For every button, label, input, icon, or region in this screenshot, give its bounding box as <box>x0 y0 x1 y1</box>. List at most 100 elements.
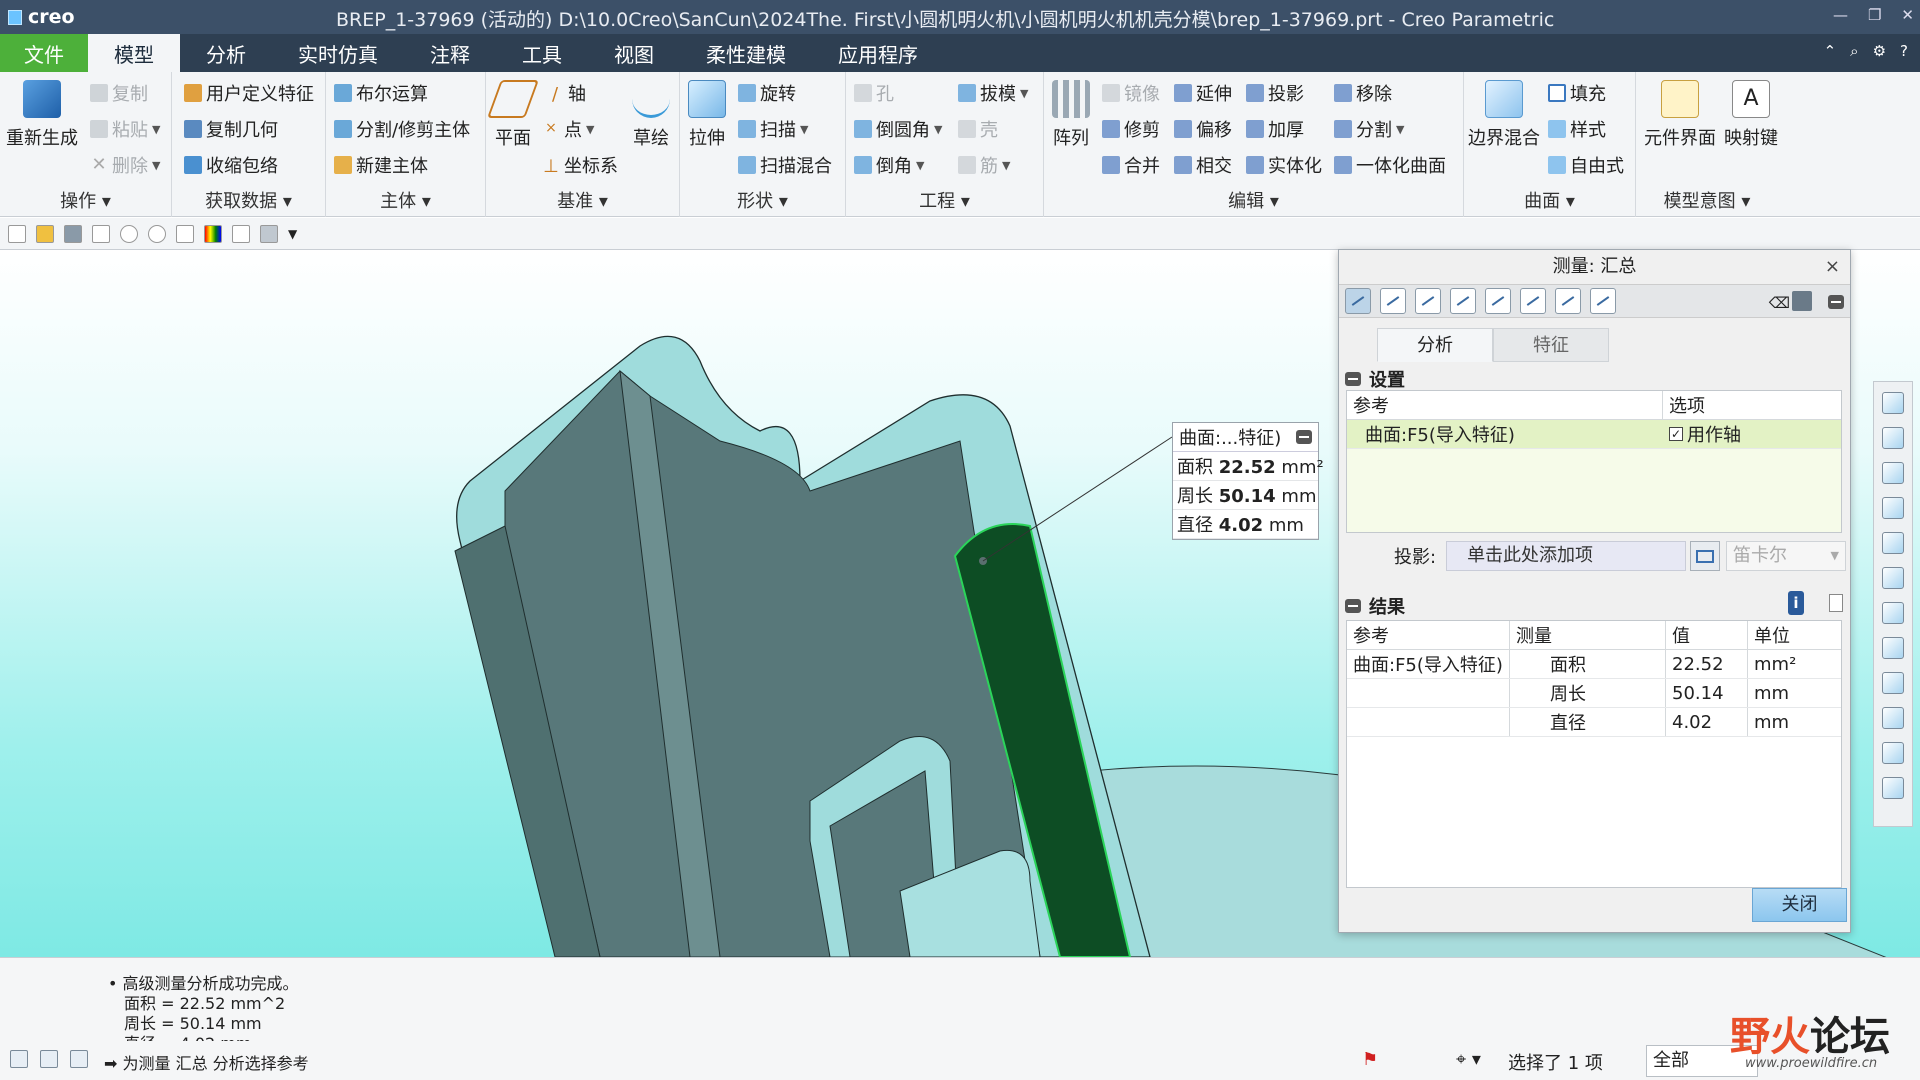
merge-button[interactable]: 合并 <box>1102 152 1160 178</box>
browser-toggle-icon[interactable] <box>40 1050 58 1068</box>
style-button[interactable]: 样式 <box>1548 116 1606 142</box>
setup-reference-row[interactable]: 曲面:F5(导入特征) ✓ 用作轴 <box>1347 420 1841 449</box>
saved-views-icon[interactable] <box>1882 532 1904 554</box>
model-tree-toggle-icon[interactable] <box>10 1050 28 1068</box>
qat-customize-icon[interactable]: ▼ <box>288 227 297 241</box>
delete-button[interactable]: ✕ 删除 ▼ <box>90 152 160 178</box>
csys-button[interactable]: ⊥ 坐标系 <box>542 152 618 178</box>
round-button[interactable]: 倒圆角 ▼ <box>854 116 942 142</box>
trim-button[interactable]: 修剪 <box>1102 116 1160 142</box>
freestyle-button[interactable]: 自由式 <box>1548 152 1624 178</box>
rib-button[interactable]: 筋 ▼ <box>958 152 1010 178</box>
split-button[interactable]: 分割 ▼ <box>1334 116 1404 142</box>
extrude-button[interactable]: 拉伸 <box>688 80 726 150</box>
info-icon[interactable]: i <box>1788 591 1804 615</box>
settings-icon[interactable]: ⚙ <box>1873 42 1886 60</box>
restore-icon[interactable]: ❐ <box>1868 6 1881 24</box>
tab-file[interactable]: 文件 <box>0 34 88 72</box>
result-row[interactable]: 直径 4.02 mm <box>1347 708 1841 737</box>
tab-flexible-modeling[interactable]: 柔性建模 <box>680 34 812 72</box>
measure-icon[interactable] <box>260 224 278 243</box>
binoculars-icon[interactable]: ⌖ ▾ <box>1456 1049 1481 1070</box>
copy-geometry-button[interactable]: 复制几何 <box>184 116 278 142</box>
fullscreen-icon[interactable] <box>70 1050 88 1068</box>
unify-surfaces-button[interactable]: 一体化曲面 <box>1334 152 1446 178</box>
help-icon[interactable]: ? <box>1900 42 1908 60</box>
eraser-icon[interactable]: ⌫ <box>1769 294 1790 312</box>
sweep-button[interactable]: 扫描 ▼ <box>738 116 808 142</box>
group-label-surfaces[interactable]: 曲面 ▾ <box>1464 187 1635 213</box>
dialog-collapse-icon[interactable] <box>1828 295 1844 309</box>
extend-button[interactable]: 延伸 <box>1174 80 1232 106</box>
tab-live-simulation[interactable]: 实时仿真 <box>272 34 404 72</box>
close-button[interactable]: 关闭 <box>1752 888 1847 922</box>
remove-button[interactable]: 移除 <box>1334 80 1392 106</box>
section-icon[interactable] <box>1882 567 1904 589</box>
display-style-icon[interactable] <box>1882 497 1904 519</box>
coordinate-system-select[interactable]: 笛卡尔 ▼ <box>1726 541 1846 571</box>
group-label-model-intent[interactable]: 模型意图 ▾ <box>1636 187 1778 213</box>
result-row[interactable]: 周长 50.14 mm <box>1347 679 1841 708</box>
group-label-editing[interactable]: 编辑 ▾ <box>1044 187 1463 213</box>
close-window-icon[interactable] <box>92 224 110 243</box>
group-label-operations[interactable]: 操作 ▾ <box>0 187 171 213</box>
save-icon[interactable] <box>64 224 82 243</box>
swept-blend-button[interactable]: 扫描混合 <box>738 152 832 178</box>
datum-display-icon[interactable] <box>1882 602 1904 624</box>
chamfer-button[interactable]: 倒角 ▼ <box>854 152 924 178</box>
setup-section-header[interactable]: 设置 <box>1345 366 1405 392</box>
group-label-datum[interactable]: 基准 ▾ <box>486 187 679 213</box>
dialog-title-bar[interactable]: 测量: 汇总 × <box>1339 250 1850 284</box>
boundary-blend-button[interactable]: 边界混合 <box>1468 80 1540 150</box>
new-file-icon[interactable] <box>8 224 26 243</box>
use-as-axis-option[interactable]: ✓ 用作轴 <box>1663 420 1841 448</box>
tab-applications[interactable]: 应用程序 <box>812 34 944 72</box>
dialog-close-icon[interactable]: × <box>1825 250 1840 284</box>
results-section-header[interactable]: 结果 <box>1345 593 1405 619</box>
axis-display-icon[interactable] <box>1882 672 1904 694</box>
thicken-button[interactable]: 加厚 <box>1246 116 1304 142</box>
collapse-icon[interactable] <box>1296 430 1312 444</box>
mirror-button[interactable]: 镜像 <box>1102 80 1160 106</box>
appearance-icon[interactable] <box>204 224 222 243</box>
project-button[interactable]: 投影 <box>1246 80 1304 106</box>
projection-collector[interactable]: 单击此处添加项 <box>1446 541 1687 571</box>
measure-length-icon[interactable] <box>1380 288 1406 314</box>
collapse-ribbon-icon[interactable]: ⌃ <box>1824 42 1837 60</box>
hole-button[interactable]: 孔 <box>854 80 894 106</box>
pattern-button[interactable]: 阵列 <box>1052 80 1090 150</box>
measure-angle-icon[interactable] <box>1450 288 1476 314</box>
shell-button[interactable]: 壳 <box>958 116 998 142</box>
group-label-body[interactable]: 主体 ▾ <box>326 187 485 213</box>
group-label-engineering[interactable]: 工程 ▾ <box>846 187 1043 213</box>
measure-volume-icon[interactable] <box>1555 288 1581 314</box>
plane-button[interactable]: 平面 <box>487 80 539 150</box>
regenerate-button[interactable]: 重新生成 <box>6 80 78 150</box>
mapkey-button[interactable]: A 映射键 <box>1724 80 1778 150</box>
point-button[interactable]: × 点 ▼ <box>542 116 594 142</box>
tab-model[interactable]: 模型 <box>88 34 180 72</box>
measure-distance-icon[interactable] <box>1415 288 1441 314</box>
measure-dialog[interactable]: 测量: 汇总 × ⌫ 分析 特征 设置 参考 选项 曲面:F5(导入特征) ✓ 用… <box>1338 249 1851 933</box>
use-as-axis-checkbox[interactable]: ✓ <box>1669 427 1683 441</box>
copy-button[interactable]: 复制 <box>90 80 148 106</box>
setup-collapse-icon[interactable] <box>1345 372 1361 386</box>
minimize-icon[interactable]: — <box>1833 6 1848 24</box>
tab-analysis[interactable]: 分析 <box>180 34 272 72</box>
redo-icon[interactable] <box>148 224 166 243</box>
component-interface-button[interactable]: 元件界面 <box>1644 80 1716 150</box>
spin-center-icon[interactable] <box>1882 777 1904 799</box>
axis-button[interactable]: / 轴 <box>546 80 586 106</box>
group-label-shape[interactable]: 形状 ▾ <box>680 187 845 213</box>
projection-view-button[interactable] <box>1690 541 1721 571</box>
tab-analysis-dialog[interactable]: 分析 <box>1377 328 1493 362</box>
shrinkwrap-button[interactable]: 收缩包络 <box>184 152 278 178</box>
tab-feature-dialog[interactable]: 特征 <box>1493 328 1609 362</box>
split-trim-body-button[interactable]: 分割/修剪主体 <box>334 116 470 142</box>
paste-button[interactable]: 粘贴 ▼ <box>90 116 160 142</box>
save-analysis-icon[interactable] <box>1792 291 1812 311</box>
revolve-button[interactable]: 旋转 <box>738 80 796 106</box>
tab-tools[interactable]: 工具 <box>496 34 588 72</box>
sketch-button[interactable]: 草绘 <box>632 80 670 150</box>
fill-button[interactable]: 填充 <box>1548 80 1606 106</box>
